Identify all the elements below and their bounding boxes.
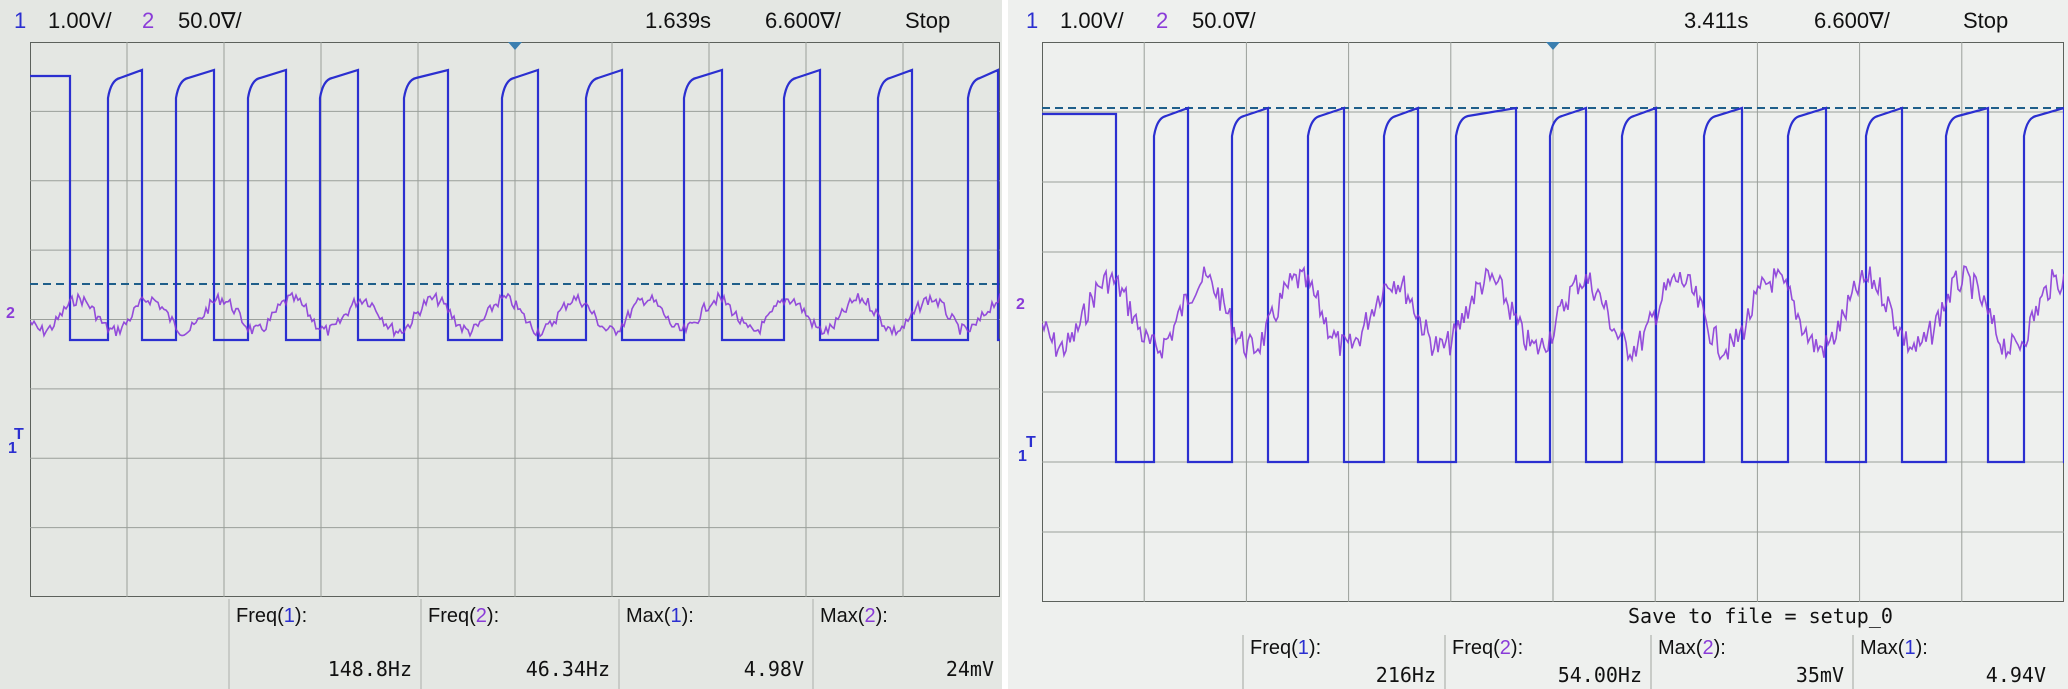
oscilloscope-left: 1 1.00V/ 2 50.0∇/ 1.639s 6.600∇/ Stop 2 … (0, 0, 1002, 689)
run-status: Stop (1963, 8, 2009, 33)
measurement-bar: Freq(1): 216Hz Freq(2): 54.00Hz Max(2): … (1008, 635, 2068, 689)
ch1-ground-marker: 1 (8, 440, 17, 457)
measurement-value: 4.94V (1985, 663, 2046, 687)
measurement-cell: Freq(2): 54.00Hz (1444, 635, 1650, 689)
measurement-cell: Freq(1): 148.8Hz (228, 599, 420, 689)
measurement-cell: Max(2): 24mV (812, 599, 1002, 689)
ch2-number: 2 (1156, 8, 1169, 33)
measurement-label: Max(1): (1860, 637, 1928, 659)
ch1-number: 1 (14, 8, 27, 33)
measurement-label: Max(2): (1658, 637, 1726, 659)
waveform-svg (30, 42, 1000, 597)
measurement-value: 24mV (945, 657, 994, 681)
measurement-bar: Freq(1): 148.8Hz Freq(2): 46.34Hz Max(1)… (0, 599, 1002, 689)
status-bar: 1 1.00V/ 2 50.0∇/ 1.639s 6.600∇/ Stop (0, 0, 1002, 42)
measurement-cell: Max(1): 4.98V (618, 599, 812, 689)
measurement-label: Max(2): (820, 605, 888, 627)
measurement-value: 4.98V (743, 657, 804, 681)
measurement-label: Freq(2): (1452, 637, 1524, 659)
measurement-value: 35mV (1795, 663, 1844, 687)
measurement-label: Freq(2): (428, 605, 500, 627)
status-bar: 1 1.00V/ 2 50.0∇/ 3.411s 6.600∇/ Stop (1008, 0, 2068, 42)
measurement-cell: Max(1): 4.94V (1852, 635, 2054, 689)
time-scale: 6.600∇/ (765, 8, 841, 33)
measurement-label: Freq(1): (236, 605, 308, 627)
ch2-ground-marker: 2 (1016, 296, 1025, 313)
trigger-marker: T (1026, 434, 1036, 451)
ch2-number: 2 (142, 8, 155, 33)
ch1-scale: 1.00V/ (1060, 8, 1124, 33)
ch2-scale: 50.0∇/ (1192, 8, 1256, 33)
time-position: 1.639s (645, 8, 712, 33)
measurement-value: 216Hz (1375, 663, 1436, 687)
ch1-number: 1 (1026, 8, 1039, 33)
save-status-message: Save to file = setup_0 (1628, 604, 1893, 628)
waveform-svg (1042, 42, 2064, 602)
measurement-cell: Freq(1): 216Hz (1242, 635, 1444, 689)
trigger-position-marker (508, 42, 522, 50)
ch2-scale: 50.0∇/ (178, 8, 242, 33)
measurement-cell: Max(2): 35mV (1650, 635, 1852, 689)
ch1-ground-marker: 1 (1018, 448, 1027, 465)
trigger-position-marker (1546, 42, 1560, 50)
time-scale: 6.600∇/ (1814, 8, 1890, 33)
measurement-cell: Freq(2): 46.34Hz (420, 599, 618, 689)
measurement-label: Max(1): (626, 605, 694, 627)
ch1-scale: 1.00V/ (48, 8, 112, 33)
measurement-value: 54.00Hz (1557, 663, 1642, 687)
waveform-display (1042, 42, 2064, 602)
oscilloscope-right: 1 1.00V/ 2 50.0∇/ 3.411s 6.600∇/ Stop 2 … (1008, 0, 2068, 689)
measurement-label: Freq(1): (1250, 637, 1322, 659)
measurement-value: 148.8Hz (327, 657, 412, 681)
time-position: 3.411s (1684, 8, 1749, 33)
measurement-value: 46.34Hz (525, 657, 610, 681)
waveform-display (30, 42, 1000, 597)
run-status: Stop (905, 8, 951, 33)
ch2-ground-marker: 2 (6, 305, 15, 322)
